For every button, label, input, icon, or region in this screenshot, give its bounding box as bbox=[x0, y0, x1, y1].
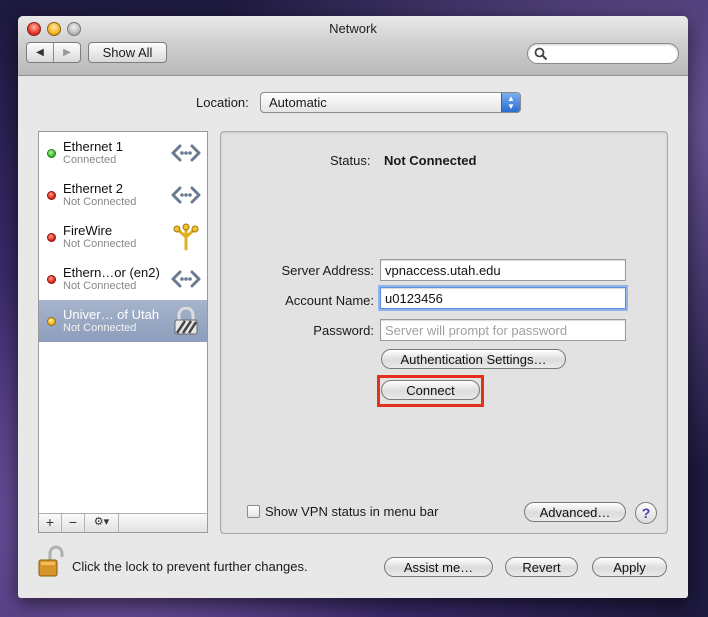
service-item-ethernet-2[interactable]: Ethernet 2 Not Connected bbox=[39, 174, 207, 216]
show-vpn-status-checkbox[interactable] bbox=[247, 505, 260, 518]
action-menu-button[interactable]: ⚙▾ bbox=[85, 514, 119, 532]
service-name: Univer… of Utah bbox=[63, 307, 160, 322]
network-preferences-window: Network ◀ ▶ Show All Location: Automatic… bbox=[18, 16, 688, 598]
forward-button[interactable]: ▶ bbox=[54, 43, 80, 62]
title-bar: Network ◀ ▶ Show All bbox=[18, 16, 688, 76]
status-dot-red-icon bbox=[47, 191, 56, 200]
service-item-ethernet-en2[interactable]: Ethern…or (en2) Not Connected bbox=[39, 258, 207, 300]
back-forward-control: ◀ ▶ bbox=[26, 42, 81, 63]
service-name: FireWire bbox=[63, 223, 113, 238]
password-label: Password: bbox=[313, 323, 374, 338]
vpn-lock-icon bbox=[174, 307, 198, 335]
select-arrows-icon: ▲ ▼ bbox=[501, 93, 520, 112]
service-status: Not Connected bbox=[63, 238, 137, 250]
server-address-field[interactable] bbox=[380, 259, 626, 281]
account-name-label: Account Name: bbox=[285, 293, 374, 308]
service-status: Not Connected bbox=[63, 196, 137, 208]
chevron-left-icon: ◀ bbox=[36, 47, 44, 58]
advanced-button[interactable]: Advanced… bbox=[524, 502, 626, 522]
search-input[interactable] bbox=[550, 46, 672, 61]
back-button[interactable]: ◀ bbox=[27, 43, 54, 62]
service-item-firewire[interactable]: FireWire Not Connected bbox=[39, 216, 207, 258]
authentication-settings-button[interactable]: Authentication Settings… bbox=[381, 349, 566, 369]
location-label: Location: bbox=[196, 95, 249, 110]
remove-service-button[interactable]: − bbox=[62, 514, 85, 532]
network-service-list: Ethernet 1 Connected Ethernet 2 Not Conn… bbox=[38, 131, 208, 533]
revert-button[interactable]: Revert bbox=[505, 557, 578, 577]
show-all-button[interactable]: Show All bbox=[88, 42, 167, 63]
apply-button[interactable]: Apply bbox=[592, 557, 667, 577]
status-value: Not Connected bbox=[384, 153, 477, 168]
ethernet-icon bbox=[171, 270, 201, 288]
service-name: Ethern…or (en2) bbox=[63, 265, 160, 280]
show-vpn-status-label: Show VPN status in menu bar bbox=[265, 504, 439, 519]
search-field[interactable] bbox=[527, 43, 679, 64]
location-value: Automatic bbox=[269, 95, 327, 110]
service-name: Ethernet 2 bbox=[63, 181, 123, 196]
service-item-ethernet-1[interactable]: Ethernet 1 Connected bbox=[39, 132, 207, 174]
service-status: Connected bbox=[63, 154, 117, 166]
ethernet-icon bbox=[171, 186, 201, 204]
add-service-button[interactable]: + bbox=[39, 514, 62, 532]
password-field[interactable] bbox=[380, 319, 626, 341]
location-select[interactable]: Automatic ▲ ▼ bbox=[260, 92, 521, 113]
ethernet-icon bbox=[171, 144, 201, 162]
status-label: Status: bbox=[330, 153, 371, 168]
status-dot-green-icon bbox=[47, 149, 56, 158]
service-name: Ethernet 1 bbox=[63, 139, 123, 154]
status-dot-red-icon bbox=[47, 275, 56, 284]
service-status: Not Connected bbox=[63, 322, 137, 334]
status-dot-red-icon bbox=[47, 233, 56, 242]
connect-button[interactable]: Connect bbox=[381, 380, 480, 400]
lock-text: Click the lock to prevent further change… bbox=[72, 559, 308, 574]
status-dot-yellow-icon bbox=[47, 317, 56, 326]
help-button[interactable]: ? bbox=[635, 502, 657, 524]
service-item-university-of-utah[interactable]: Univer… of Utah Not Connected bbox=[39, 300, 207, 342]
lock-icon[interactable] bbox=[38, 545, 64, 577]
window-title: Network bbox=[329, 21, 377, 36]
assist-me-button[interactable]: Assist me… bbox=[384, 557, 493, 577]
chevron-right-icon: ▶ bbox=[63, 47, 71, 58]
service-list-toolbar: + − ⚙▾ bbox=[38, 513, 208, 533]
service-status: Not Connected bbox=[63, 280, 137, 292]
account-name-field[interactable] bbox=[380, 287, 626, 309]
firewire-icon bbox=[173, 223, 199, 251]
search-icon bbox=[534, 47, 548, 61]
server-address-label: Server Address: bbox=[281, 263, 375, 278]
